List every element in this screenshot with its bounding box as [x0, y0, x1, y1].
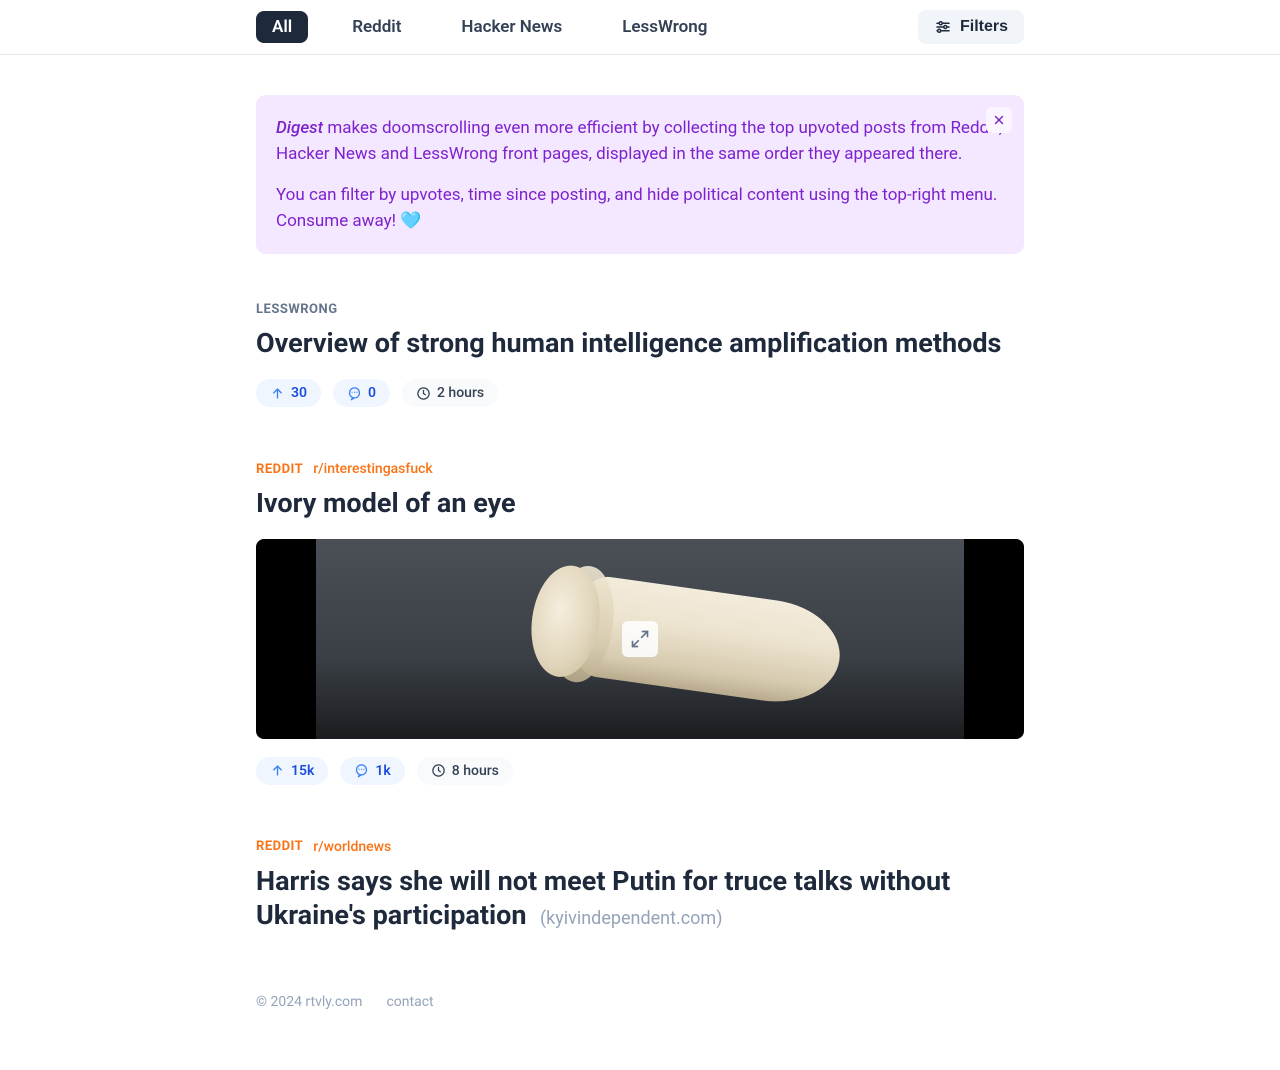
expand-image-button[interactable]: [622, 621, 658, 657]
post-item: REDDIT r/interestingasfuck Ivory model o…: [256, 461, 1024, 785]
banner-close-button[interactable]: [986, 107, 1012, 133]
sliders-icon: [934, 18, 952, 36]
intro-banner: Digest makes doomscrolling even more eff…: [256, 95, 1024, 254]
tab-lesswrong[interactable]: LessWrong: [606, 11, 723, 43]
source-label: LESSWRONG: [256, 302, 338, 317]
arrow-up-icon: [270, 763, 285, 778]
subreddit-link[interactable]: r/interestingasfuck: [313, 461, 433, 477]
maximize-icon: [630, 629, 650, 649]
post-title[interactable]: Overview of strong human intelligence am…: [256, 327, 1024, 361]
banner-paragraph-2: You can filter by upvotes, time since po…: [276, 182, 1004, 235]
tab-reddit[interactable]: Reddit: [336, 11, 417, 43]
tab-hackernews[interactable]: Hacker News: [445, 11, 578, 43]
banner-brand: Digest: [276, 118, 323, 138]
source-label: REDDIT: [256, 839, 303, 854]
footer-contact-link[interactable]: contact: [386, 994, 433, 1010]
arrow-up-icon: [270, 386, 285, 401]
source-label: REDDIT: [256, 462, 303, 477]
comment-icon: [347, 386, 362, 401]
subreddit-link[interactable]: r/worldnews: [313, 839, 391, 855]
post-title[interactable]: Harris says she will not meet Putin for …: [256, 865, 1024, 933]
tab-all[interactable]: All: [256, 11, 308, 43]
main-content: Digest makes doomscrolling even more eff…: [240, 55, 1040, 1070]
age-pill: 8 hours: [417, 757, 513, 785]
footer-copyright: © 2024 rtvly.com: [256, 994, 362, 1010]
post-item: LESSWRONG Overview of strong human intel…: [256, 302, 1024, 407]
comments-pill[interactable]: 0: [333, 379, 390, 407]
post-title[interactable]: Ivory model of an eye: [256, 487, 1024, 521]
post-thumbnail[interactable]: [256, 539, 1024, 739]
upvotes-pill[interactable]: 30: [256, 379, 321, 407]
banner-paragraph-1: Digest makes doomscrolling even more eff…: [276, 115, 1004, 168]
upvotes-pill[interactable]: 15k: [256, 757, 328, 785]
top-bar: All Reddit Hacker News LessWrong Filters: [0, 0, 1280, 55]
age-pill: 2 hours: [402, 379, 498, 407]
filters-label: Filters: [960, 18, 1008, 36]
post-domain[interactable]: (kyivindependent.com): [540, 908, 723, 929]
comment-icon: [354, 763, 369, 778]
filters-button[interactable]: Filters: [918, 10, 1024, 44]
clock-icon: [416, 386, 431, 401]
footer: © 2024 rtvly.com contact: [0, 980, 1280, 1024]
post-item: REDDIT r/worldnews Harris says she will …: [256, 839, 1024, 933]
source-tabs: All Reddit Hacker News LessWrong: [256, 11, 723, 43]
comments-pill[interactable]: 1k: [340, 757, 404, 785]
clock-icon: [431, 763, 446, 778]
close-icon: [992, 113, 1006, 127]
